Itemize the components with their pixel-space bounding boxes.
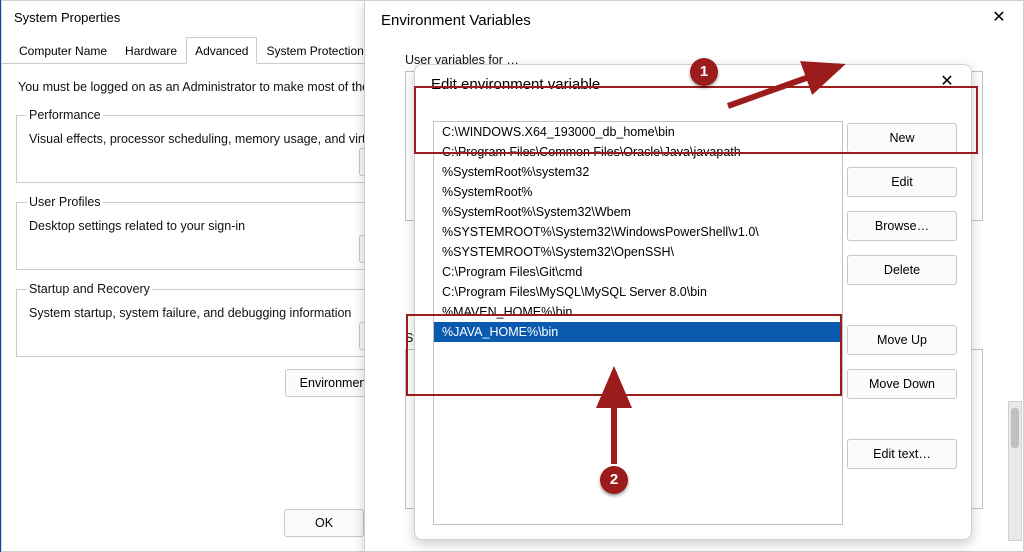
scrollbar-thumb[interactable] (1011, 408, 1019, 448)
path-entry[interactable]: %SystemRoot%\System32\Wbem (434, 202, 842, 222)
edit-text-button[interactable]: Edit text… (847, 439, 957, 469)
browse-button[interactable]: Browse… (847, 211, 957, 241)
annotation-number-2: 2 (600, 466, 628, 494)
edit-environment-variable-dialog: Edit environment variable ✕ C:\WINDOWS.X… (414, 64, 972, 540)
tab-hardware[interactable]: Hardware (116, 37, 186, 63)
tab-system-protection[interactable]: System Protection (257, 37, 372, 63)
startup-recovery-title: Startup and Recovery (27, 282, 152, 296)
performance-title: Performance (27, 108, 103, 122)
move-up-button[interactable]: Move Up (847, 325, 957, 355)
path-entry[interactable]: %SYSTEMROOT%\System32\OpenSSH\ (434, 242, 842, 262)
ok-button[interactable]: OK (284, 509, 364, 537)
delete-button[interactable]: Delete (847, 255, 957, 285)
path-entry[interactable]: %MAVEN_HOME%\bin (434, 302, 842, 322)
close-icon[interactable]: ✕ (983, 5, 1015, 33)
close-icon[interactable]: ✕ (931, 69, 963, 97)
path-entries-list[interactable]: C:\WINDOWS.X64_193000_db_home\binC:\Prog… (433, 121, 843, 525)
path-entry[interactable]: %JAVA_HOME%\bin (434, 322, 842, 342)
new-button[interactable]: New (847, 123, 957, 153)
path-entry[interactable]: C:\Program Files\MySQL\MySQL Server 8.0\… (434, 282, 842, 302)
tab-advanced[interactable]: Advanced (186, 37, 257, 64)
user-profiles-title: User Profiles (27, 195, 103, 209)
edit-button[interactable]: Edit (847, 167, 957, 197)
path-entry[interactable]: %SystemRoot% (434, 182, 842, 202)
path-entry[interactable]: %SYSTEMROOT%\System32\WindowsPowerShell\… (434, 222, 842, 242)
move-down-button[interactable]: Move Down (847, 369, 957, 399)
path-entry[interactable]: %SystemRoot%\system32 (434, 162, 842, 182)
scrollbar[interactable] (1008, 401, 1022, 541)
annotation-number-1: 1 (690, 58, 718, 86)
path-entry[interactable]: C:\WINDOWS.X64_193000_db_home\bin (434, 122, 842, 142)
tab-computer-name[interactable]: Computer Name (10, 37, 116, 63)
environment-variables-title: Environment Variables (365, 1, 1023, 41)
path-entry[interactable]: C:\Program Files\Git\cmd (434, 262, 842, 282)
path-entry[interactable]: C:\Program Files\Common Files\Oracle\Jav… (434, 142, 842, 162)
